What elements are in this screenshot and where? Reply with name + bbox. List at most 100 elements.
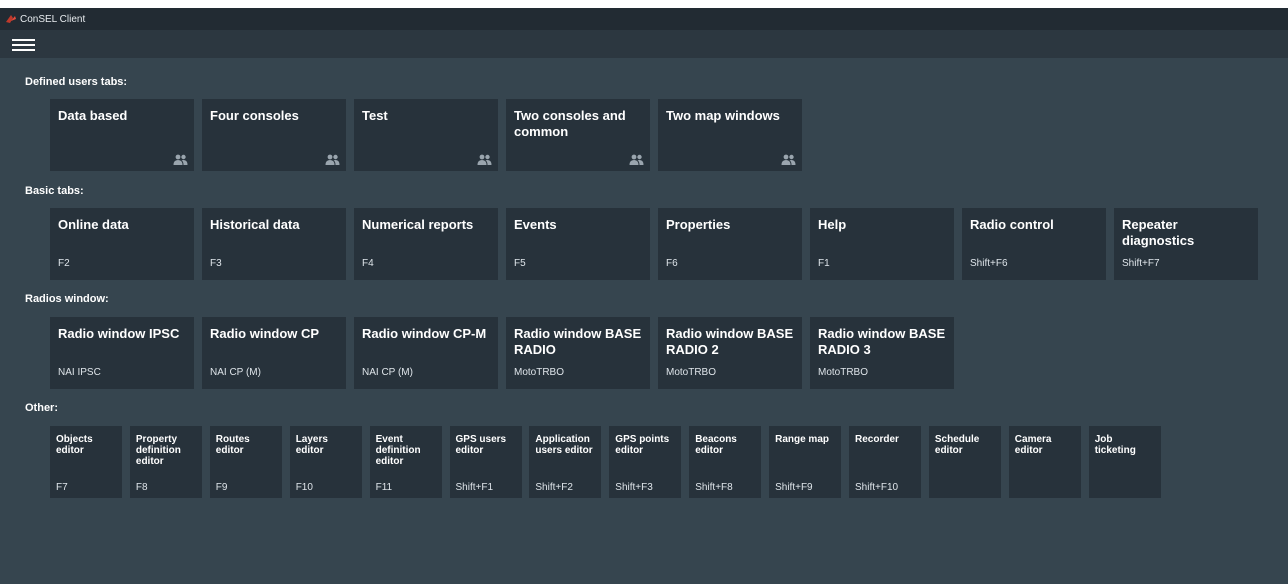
users-icon bbox=[629, 154, 644, 165]
tile-schedule-editor[interactable]: Schedule editor bbox=[928, 426, 1001, 498]
tile-title: Radio window CP-M bbox=[362, 326, 487, 341]
tile-title: Numerical reports bbox=[362, 217, 474, 232]
tile-shortcut: Shift+F8 bbox=[695, 482, 733, 493]
tile-repeater-diagnostics[interactable]: Repeater diagnostics Shift+F7 bbox=[1114, 208, 1258, 280]
tile-shortcut: F7 bbox=[56, 482, 68, 493]
tile-title: Beacons editor bbox=[695, 434, 737, 456]
tile-shortcut: Shift+F7 bbox=[1122, 258, 1160, 269]
tile-title: Radio window BASE RADIO 3 bbox=[818, 326, 946, 357]
tile-title: Radio window BASE RADIO 2 bbox=[666, 326, 794, 357]
tile-subtitle: MotoTRBO bbox=[818, 367, 869, 378]
tile-numerical-reports[interactable]: Numerical reports F4 bbox=[354, 208, 498, 280]
tile-properties[interactable]: Properties F6 bbox=[658, 208, 802, 280]
section-basic-label: Basic tabs: bbox=[25, 185, 84, 197]
tile-event-definition-editor[interactable]: Event definition editor F11 bbox=[369, 426, 442, 498]
tile-title: Two consoles and common bbox=[514, 108, 626, 139]
tile-two-consoles-and-common[interactable]: Two consoles and common bbox=[506, 99, 650, 171]
tile-title: Four consoles bbox=[210, 108, 299, 123]
tile-radio-window-ipsc[interactable]: Radio window IPSC NAI IPSC bbox=[50, 317, 194, 389]
tile-title: Schedule editor bbox=[934, 434, 980, 456]
tile-shortcut: F3 bbox=[210, 258, 222, 269]
consel-logo-icon bbox=[6, 15, 16, 23]
tile-radio-window-base-radio[interactable]: Radio window BASE RADIO MotoTRBO bbox=[506, 317, 650, 389]
users-icon bbox=[477, 154, 492, 165]
tile-shortcut: Shift+F6 bbox=[970, 258, 1008, 269]
tile-shortcut: F8 bbox=[135, 482, 148, 493]
tile-job-ticketing[interactable]: Job ticketing bbox=[1088, 426, 1161, 498]
tile-shortcut: Shift+F10 bbox=[855, 482, 899, 493]
tile-four-consoles[interactable]: Four consoles bbox=[202, 99, 346, 171]
tile-beacons-editor[interactable]: Beacons editor Shift+F8 bbox=[689, 426, 762, 498]
tile-radio-window-cp-m[interactable]: Radio window CP-M NAI CP (M) bbox=[354, 317, 498, 389]
tile-shortcut: Shift+F1 bbox=[455, 482, 494, 493]
app-window: ConSEL Client Defined users tabs: Data b… bbox=[0, 8, 1288, 584]
users-icon bbox=[173, 154, 188, 165]
tile-radio-control[interactable]: Radio control Shift+F6 bbox=[962, 208, 1106, 280]
tile-title: Application users editor bbox=[535, 434, 593, 456]
tile-objects-editor[interactable]: Objects editor F7 bbox=[50, 426, 122, 498]
tile-title: Properties bbox=[666, 217, 731, 232]
tile-title: Radio window BASE RADIO bbox=[514, 326, 642, 357]
section-radios-label: Radios window: bbox=[25, 293, 109, 305]
tile-title: GPS users editor bbox=[455, 434, 507, 456]
tile-title: Data based bbox=[58, 108, 128, 123]
tile-application-users-editor[interactable]: Application users editor Shift+F2 bbox=[529, 426, 602, 498]
window-title: ConSEL Client bbox=[20, 13, 86, 25]
tile-help[interactable]: Help F1 bbox=[810, 208, 954, 280]
tile-shortcut: Shift+F2 bbox=[535, 482, 573, 493]
tile-subtitle: NAI IPSC bbox=[58, 367, 101, 378]
tile-radio-window-base-radio-3[interactable]: Radio window BASE RADIO 3 MotoTRBO bbox=[810, 317, 954, 389]
tile-subtitle: MotoTRBO bbox=[514, 367, 565, 378]
tile-title: Events bbox=[514, 217, 557, 232]
tile-shortcut: F9 bbox=[215, 482, 228, 493]
tile-title: Two map windows bbox=[666, 108, 780, 123]
tile-title: Recorder bbox=[855, 434, 899, 445]
tile-two-map-windows[interactable]: Two map windows bbox=[658, 99, 802, 171]
tile-online-data[interactable]: Online data F2 bbox=[50, 208, 194, 280]
tile-title: Radio window IPSC bbox=[58, 326, 180, 341]
tile-radio-window-base-radio-2[interactable]: Radio window BASE RADIO 2 MotoTRBO bbox=[658, 317, 802, 389]
tile-shortcut: F5 bbox=[514, 258, 526, 269]
tile-data-based[interactable]: Data based bbox=[50, 99, 194, 171]
tile-shortcut: F4 bbox=[362, 258, 374, 269]
tile-title: Range map bbox=[775, 434, 829, 445]
tile-title: Repeater diagnostics bbox=[1122, 217, 1195, 248]
section-defined-label: Defined users tabs: bbox=[25, 76, 128, 88]
tile-title: Objects editor bbox=[56, 434, 93, 456]
tile-title: Test bbox=[362, 108, 388, 123]
hamburger-menu-icon[interactable] bbox=[12, 39, 35, 51]
tile-gps-users-editor[interactable]: GPS users editor Shift+F1 bbox=[449, 426, 522, 498]
tile-routes-editor[interactable]: Routes editor F9 bbox=[209, 426, 282, 498]
tile-title: Routes editor bbox=[215, 434, 250, 456]
tile-recorder[interactable]: Recorder Shift+F10 bbox=[849, 426, 921, 498]
tile-title: Property definition editor bbox=[135, 434, 181, 467]
tile-shortcut: Shift+F3 bbox=[615, 482, 653, 493]
tile-radio-window-cp[interactable]: Radio window CP NAI CP (M) bbox=[202, 317, 346, 389]
tile-title: GPS points editor bbox=[615, 434, 670, 456]
section-other-label: Other: bbox=[25, 402, 58, 414]
tile-layers-editor[interactable]: Layers editor F10 bbox=[289, 426, 362, 498]
tile-title: Historical data bbox=[210, 217, 300, 232]
tile-historical-data[interactable]: Historical data F3 bbox=[202, 208, 346, 280]
tile-title: Online data bbox=[58, 217, 129, 232]
tile-title: Radio control bbox=[970, 217, 1054, 232]
tile-title: Layers editor bbox=[295, 434, 328, 456]
tile-title: Job ticketing bbox=[1094, 434, 1136, 456]
title-bar: ConSEL Client bbox=[0, 8, 1288, 30]
users-icon bbox=[325, 154, 340, 165]
tile-range-map[interactable]: Range map Shift+F9 bbox=[769, 426, 842, 498]
tile-shortcut: F11 bbox=[375, 482, 393, 493]
menu-bar bbox=[0, 30, 1288, 58]
tile-shortcut: F1 bbox=[818, 258, 830, 269]
tile-subtitle: MotoTRBO bbox=[666, 367, 717, 378]
tile-camera-editor[interactable]: Camera editor bbox=[1008, 426, 1081, 498]
tile-test[interactable]: Test bbox=[354, 99, 498, 171]
tile-subtitle: NAI CP (M) bbox=[210, 367, 261, 378]
tile-title: Camera editor bbox=[1014, 434, 1052, 456]
tile-property-definition-editor[interactable]: Property definition editor F8 bbox=[129, 426, 202, 498]
tile-shortcut: F10 bbox=[295, 482, 313, 493]
tile-shortcut: F6 bbox=[666, 258, 678, 269]
tile-gps-points-editor[interactable]: GPS points editor Shift+F3 bbox=[609, 426, 682, 498]
tile-subtitle: NAI CP (M) bbox=[362, 367, 413, 378]
tile-events[interactable]: Events F5 bbox=[506, 208, 650, 280]
